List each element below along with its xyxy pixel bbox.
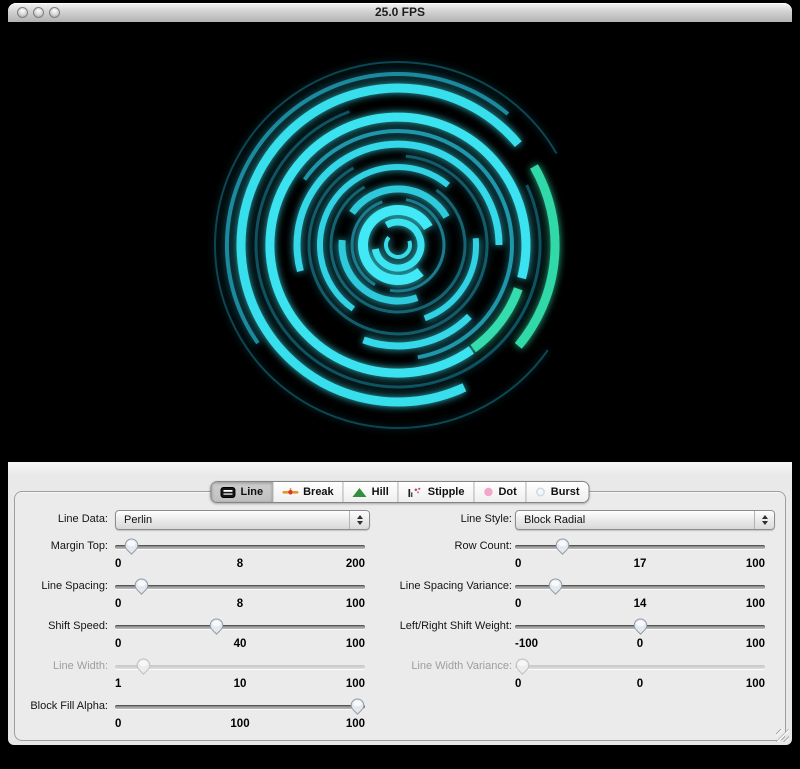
- block-fill-alpha-value: 100: [115, 718, 365, 730]
- row-count-slider-thumb[interactable]: [555, 538, 570, 555]
- close-button[interactable]: [17, 7, 28, 18]
- tab-label: Break: [303, 486, 334, 498]
- zoom-button[interactable]: [49, 7, 60, 18]
- shift-speed-label: Shift Speed:: [8, 620, 108, 634]
- tab-label: Line: [240, 486, 263, 498]
- tab-hill[interactable]: Hill: [344, 482, 399, 502]
- block-fill-alpha-values: 0100100: [115, 718, 365, 732]
- tab-label: Burst: [551, 486, 580, 498]
- line-style-value: Block Radial: [524, 514, 585, 526]
- break-icon: [282, 487, 298, 497]
- tab-burst[interactable]: Burst: [527, 482, 589, 502]
- slider-row-margin-top: Margin Top: 08200: [8, 536, 388, 576]
- shift-speed-value: 40: [115, 638, 365, 650]
- line-width-values: 110100: [115, 678, 365, 692]
- block-fill-alpha-slider-thumb[interactable]: [350, 698, 365, 715]
- dot-icon: [483, 487, 493, 497]
- window-title: 25.0 FPS: [8, 3, 792, 22]
- row-count-label: Row Count:: [348, 540, 512, 554]
- line-spacing-variance-value: 14: [515, 598, 765, 610]
- line-spacing-label: Line Spacing:: [8, 580, 108, 594]
- block-fill-alpha-slider-track[interactable]: [115, 705, 365, 709]
- line-data-value: Perlin: [124, 514, 152, 526]
- leftright-shift-weight-value: 0: [515, 638, 765, 650]
- line-width-value: 10: [115, 678, 365, 690]
- tab-label: Hill: [372, 486, 389, 498]
- block-fill-alpha-max: 100: [346, 718, 365, 730]
- line-width-variance-slider-track[interactable]: [515, 665, 765, 669]
- line-spacing-slider-track[interactable]: [115, 585, 365, 589]
- control-panel: LineBreakHillStippleDotBurst Line Data: …: [8, 462, 792, 745]
- leftright-shift-weight-values: -1000100: [515, 638, 765, 652]
- tab-stipple[interactable]: Stipple: [399, 482, 475, 502]
- shift-speed-slider-track[interactable]: [115, 625, 365, 629]
- line-spacing-values: 08100: [115, 598, 365, 612]
- line-width-variance-label: Line Width Variance:: [348, 660, 512, 674]
- line-width-variance-value: 0: [515, 678, 765, 690]
- line-width-slider-thumb[interactable]: [136, 658, 151, 675]
- minimize-button[interactable]: [33, 7, 44, 18]
- line-width-variance-max: 100: [746, 678, 765, 690]
- row-count-slider-track[interactable]: [515, 545, 765, 549]
- margin-top-slider-thumb[interactable]: [124, 538, 139, 555]
- line-spacing-slider-thumb[interactable]: [134, 578, 149, 595]
- line-width-variance-values: 00100: [515, 678, 765, 692]
- margin-top-values: 08200: [115, 558, 365, 572]
- line-width-slider-track[interactable]: [115, 665, 365, 669]
- tab-label: Dot: [498, 486, 516, 498]
- traffic-lights: [17, 7, 60, 18]
- line-icon: [220, 487, 235, 498]
- block-fill-alpha-label: Block Fill Alpha:: [8, 700, 108, 714]
- leftright-shift-weight-label: Left/Right Shift Weight:: [348, 620, 512, 634]
- leftright-shift-weight-max: 100: [746, 638, 765, 650]
- slider-row-line-width: Line Width: 110100: [8, 656, 388, 696]
- line-spacing-value: 8: [115, 598, 365, 610]
- margin-top-value: 8: [115, 558, 365, 570]
- slider-row-line-spacing-variance: Line Spacing Variance:014100: [348, 576, 728, 616]
- stipple-icon: [408, 487, 423, 498]
- row-count-max: 100: [746, 558, 765, 570]
- popup-arrows-icon: [754, 511, 774, 529]
- resize-grip-icon[interactable]: [776, 729, 789, 742]
- slider-row-block-fill-alpha: Block Fill Alpha: 0100100: [8, 696, 388, 736]
- line-style-label: Line Style:: [362, 513, 512, 527]
- slider-row-leftright-shift-weight: Left/Right Shift Weight:-1000100: [348, 616, 728, 656]
- tab-line[interactable]: Line: [211, 482, 273, 502]
- line-spacing-variance-label: Line Spacing Variance:: [348, 580, 512, 594]
- shift-speed-values: 040100: [115, 638, 365, 652]
- line-width-variance-slider-thumb[interactable]: [515, 658, 530, 675]
- line-data-label: Line Data:: [8, 513, 108, 527]
- line-style-popup[interactable]: Block Radial: [515, 510, 775, 530]
- tab-dot[interactable]: Dot: [474, 482, 526, 502]
- row-count-values: 017100: [515, 558, 765, 572]
- hill-icon: [353, 488, 367, 497]
- slider-row-line-spacing: Line Spacing: 08100: [8, 576, 388, 616]
- line-width-label: Line Width:: [8, 660, 108, 674]
- burst-icon: [536, 487, 546, 497]
- leftright-shift-weight-slider-thumb[interactable]: [633, 618, 648, 635]
- slider-row-line-width-variance: Line Width Variance:00100: [348, 656, 728, 696]
- tab-label: Stipple: [428, 486, 465, 498]
- tab-break[interactable]: Break: [273, 482, 344, 502]
- leftright-shift-weight-slider-track[interactable]: [515, 625, 765, 629]
- render-canvas: [0, 22, 800, 462]
- line-spacing-variance-slider-thumb[interactable]: [548, 578, 563, 595]
- line-spacing-variance-slider-track[interactable]: [515, 585, 765, 589]
- tab-bar: Line Break Hill Stipple Dot Burst: [210, 481, 589, 503]
- shift-speed-slider-thumb[interactable]: [209, 618, 224, 635]
- margin-top-slider-track[interactable]: [115, 545, 365, 549]
- title-bar[interactable]: 25.0 FPS: [8, 3, 792, 23]
- margin-top-label: Margin Top:: [8, 540, 108, 554]
- row-count-value: 17: [515, 558, 765, 570]
- line-spacing-variance-values: 014100: [515, 598, 765, 612]
- line-spacing-variance-max: 100: [746, 598, 765, 610]
- line-data-popup[interactable]: Perlin: [115, 510, 370, 530]
- slider-row-row-count: Row Count:017100: [348, 536, 728, 576]
- slider-row-shift-speed: Shift Speed: 040100: [8, 616, 388, 656]
